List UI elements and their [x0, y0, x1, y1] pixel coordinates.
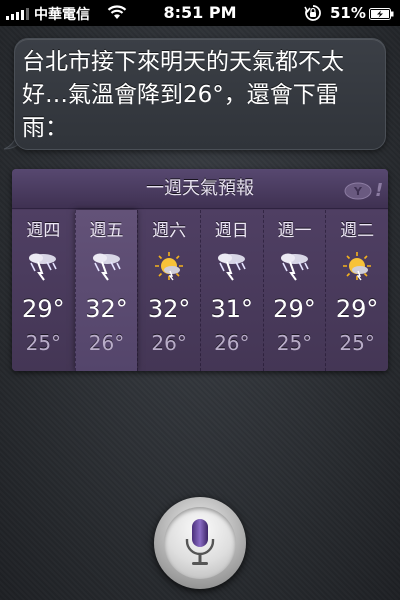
forecast-day: 週四 29° 25°	[12, 210, 75, 371]
high-temp: 32°	[147, 295, 191, 323]
svg-text:Y: Y	[353, 185, 363, 198]
low-temp: 25°	[339, 331, 375, 355]
day-label: 週二	[340, 221, 375, 241]
low-temp: 26°	[151, 331, 187, 355]
thunderstorm-icon	[280, 253, 309, 281]
high-temp: 31°	[210, 295, 254, 323]
high-temp: 32°	[85, 295, 128, 323]
high-temp: 29°	[22, 295, 65, 323]
day-label: 週六	[152, 221, 187, 241]
siri-mic-button[interactable]	[154, 497, 246, 589]
thunderstorm-icon	[29, 253, 57, 281]
day-label: 週四	[26, 221, 61, 241]
rotation-lock-icon	[304, 5, 321, 21]
forecast-day: 週日 31° 26°	[199, 210, 263, 371]
forecast-days: 週四 29° 25° 週五 32° 26° 週六 32° 26° 週日 31° …	[12, 210, 388, 371]
forecast-day: 週二 29° 25°	[325, 210, 388, 371]
day-label: 週五	[89, 221, 124, 241]
high-temp: 29°	[273, 295, 316, 323]
status-bar: 中華電信 8:51 PM 51%	[0, 0, 400, 26]
low-temp: 25°	[25, 331, 62, 355]
weather-forecast-card[interactable]: 一週天氣預報 Y ! 週四 29° 25° 週五 32	[12, 169, 388, 371]
thunderstorm-icon	[92, 253, 121, 281]
low-temp: 26°	[88, 331, 125, 355]
high-temp: 29°	[335, 295, 379, 323]
yahoo-logo: Y !	[344, 180, 382, 201]
mic-button-face	[164, 507, 236, 579]
forecast-day: 週一 29° 25°	[262, 210, 326, 371]
microphone-icon	[185, 519, 215, 565]
svg-text:!: !	[375, 180, 382, 201]
day-label: 週日	[214, 221, 249, 241]
low-temp: 26°	[214, 331, 250, 355]
weather-card-header: 一週天氣預報	[12, 169, 388, 209]
sunny-thunderstorm-icon	[343, 252, 372, 281]
forecast-day: 週六 32° 26°	[137, 210, 200, 371]
forecast-day: 週五 32° 26°	[74, 210, 138, 371]
weather-card-title: 一週天氣預報	[146, 178, 254, 199]
siri-response-text: 台北市接下來明天的天氣都不太好…氣溫會降到26°，還會下雷雨：	[22, 49, 344, 141]
day-label: 週一	[277, 221, 312, 241]
battery-charging-icon	[369, 8, 394, 20]
battery-percent: 51%	[330, 4, 366, 22]
low-temp: 25°	[276, 331, 313, 355]
sunny-thunderstorm-icon	[155, 252, 184, 281]
thunderstorm-icon	[217, 253, 246, 281]
